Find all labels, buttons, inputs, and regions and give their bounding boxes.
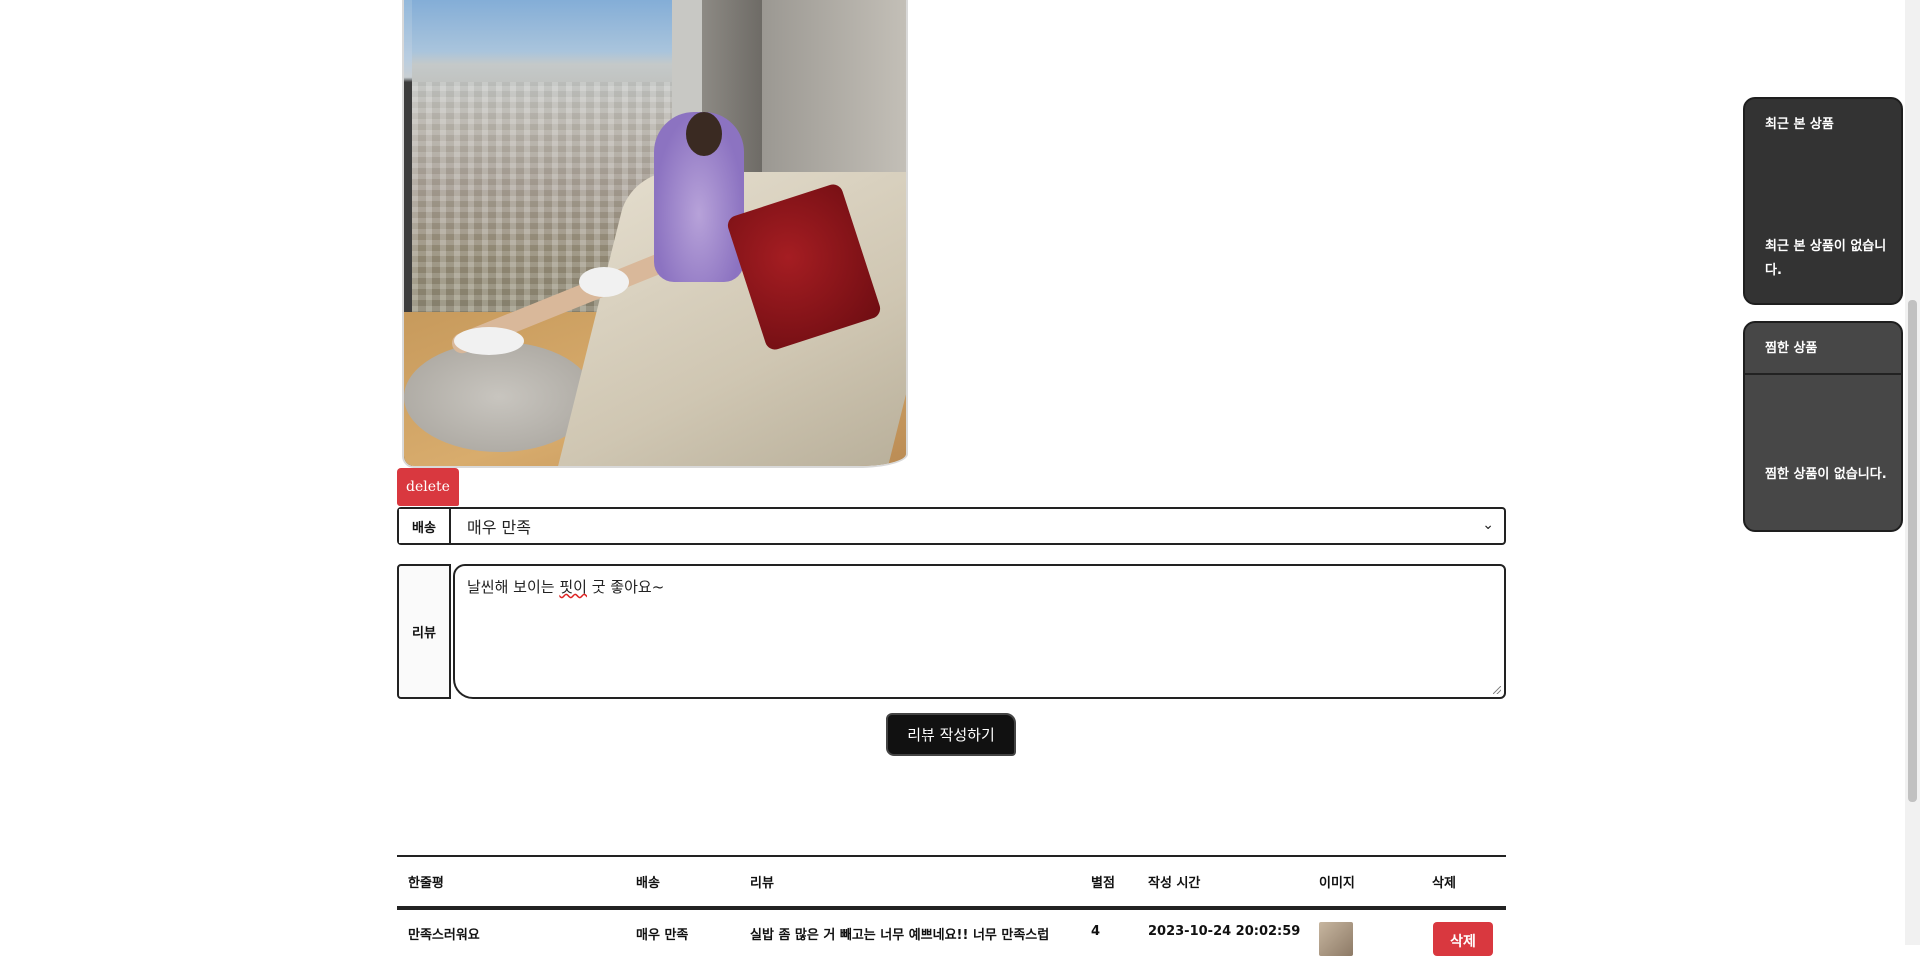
wishlist-empty: 찜한 상품이 없습니다. [1765,467,1887,482]
header-delete: 삭제 [1432,876,1456,891]
table-header-border [397,906,1506,910]
chevron-down-icon: ⌄ [1482,517,1494,533]
review-text-misspelled: 핏이 [559,578,587,596]
delivery-selected-value: 매우 만족 [467,518,531,537]
table-row: 만족스러워요 매우 만족 실밥 좀 많은 거 빼고는 너무 예쁘네요!! 너무 … [397,922,1506,956]
cell-summary: 만족스러워요 [408,928,480,943]
resize-handle[interactable] [1493,686,1501,694]
header-delivery: 배송 [636,876,660,891]
delete-review-button[interactable]: 삭제 [1433,922,1493,956]
table-top-border [397,855,1506,857]
delivery-label: 배송 [399,509,451,543]
review-text-group: 리뷰 날씬해 보이는 핏이 굿 좋아요~ [397,564,1506,699]
write-review-button[interactable]: 리뷰 작성하기 [886,713,1016,756]
header-review: 리뷰 [750,876,774,891]
wishlist-title: 찜한 상품 [1765,341,1818,356]
header-image: 이미지 [1319,876,1355,891]
wishlist-panel: 찜한 상품 찜한 상품이 없습니다. [1743,321,1903,532]
header-time: 작성 시간 [1148,876,1201,891]
page-scrollbar[interactable] [1905,0,1920,945]
cell-rating: 4 [1091,924,1101,939]
review-text-part: 날씬해 보이는 [467,578,560,596]
scrollbar-thumb[interactable] [1908,300,1917,802]
review-text-part: 굿 좋아요~ [586,578,665,596]
delivery-select-group: 배송 매우 만족 ⌄ [397,507,1506,545]
recent-products-title: 최근 본 상품 [1765,117,1834,132]
delivery-select[interactable]: 매우 만족 ⌄ [451,509,1504,543]
table-header: 한줄평 배송 리뷰 별점 작성 시간 이미지 삭제 [397,869,1506,905]
review-thumbnail[interactable] [1319,922,1353,956]
header-summary: 한줄평 [408,876,444,891]
review-label: 리뷰 [397,564,451,699]
cell-review: 실밥 좀 많은 거 빼고는 너무 예쁘네요!! 너무 만족스럽 [750,928,1050,943]
cell-time: 2023-10-24 20:02:59 [1148,924,1301,939]
delete-image-button[interactable]: delete [397,468,459,506]
header-rating: 별점 [1091,876,1115,891]
cell-delivery: 매우 만족 [636,928,689,943]
review-textarea[interactable]: 날씬해 보이는 핏이 굿 좋아요~ [453,564,1506,699]
recent-products-panel: 최근 본 상품 최근 본 상품이 없습니다. [1743,97,1903,305]
review-photo [402,0,908,468]
recent-products-empty: 최근 본 상품이 없습니다. [1765,239,1887,278]
